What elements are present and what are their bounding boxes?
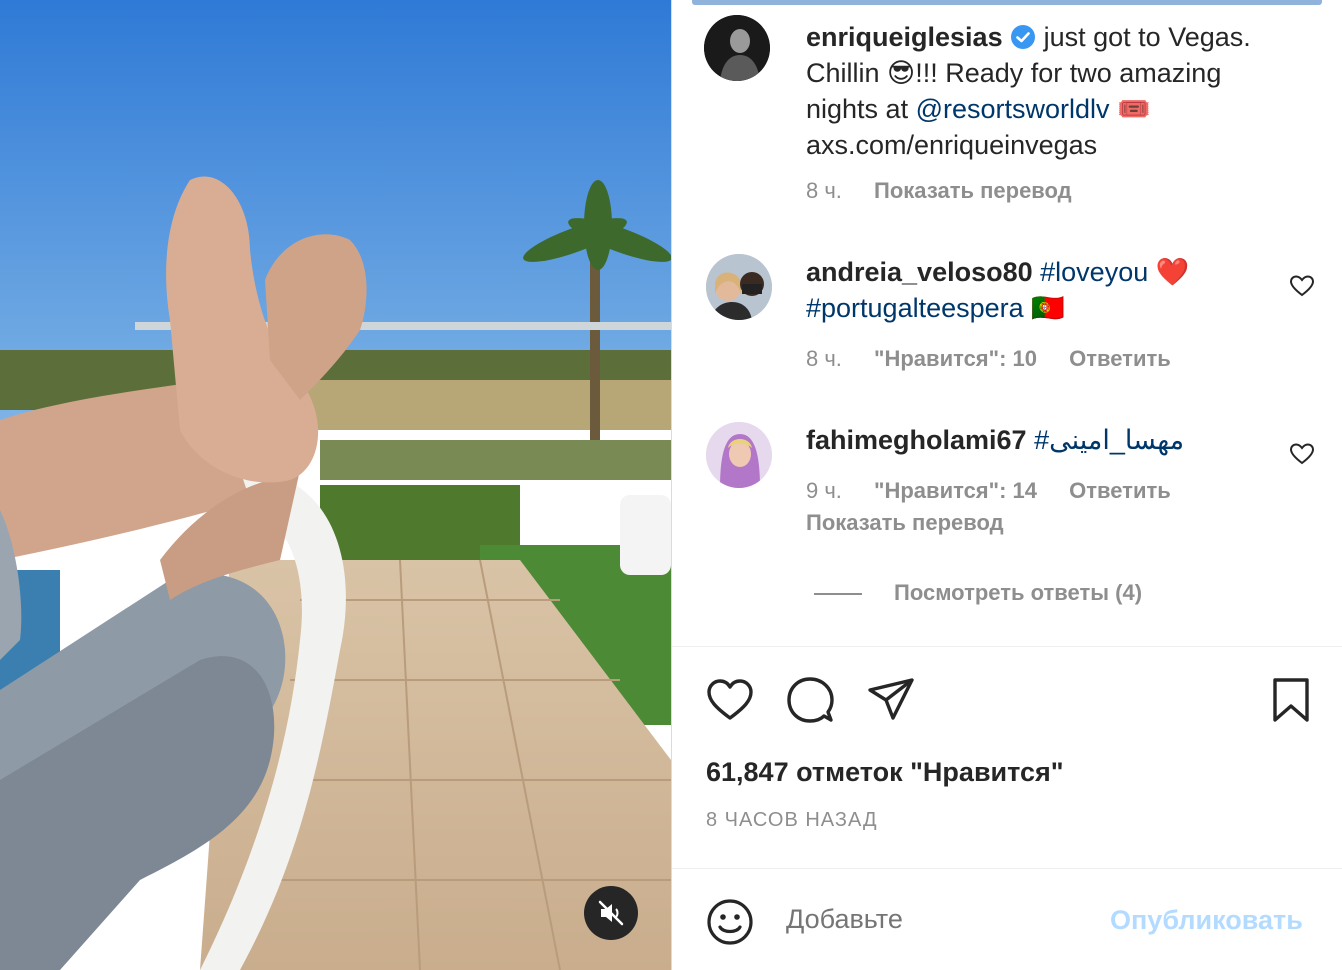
mute-button[interactable]: [584, 886, 638, 940]
comment-body: fahimegholami67 #مهسا_امینی: [806, 422, 1246, 458]
emoji-smiley-icon[interactable]: [706, 898, 754, 946]
hashtag-link[interactable]: #مهسا_امینی: [1034, 425, 1184, 455]
post-photo: [0, 0, 671, 970]
caption-link: axs.com/enriqueinvegas: [806, 130, 1098, 160]
replies-line: [814, 593, 862, 595]
comment-translate-button[interactable]: Показать перевод: [806, 510, 1004, 536]
author-avatar[interactable]: [704, 15, 770, 81]
ticket-emoji: 🎟️: [1117, 94, 1151, 124]
avatar-image: [706, 422, 772, 488]
caption-line3a: nights at: [806, 94, 909, 124]
share-paper-plane-icon[interactable]: [867, 676, 915, 724]
reply-button[interactable]: Ответить: [1069, 346, 1171, 371]
publish-button[interactable]: Опубликовать: [1110, 905, 1303, 936]
reply-button[interactable]: Ответить: [1069, 478, 1171, 503]
caption-translate-button[interactable]: Показать перевод: [874, 178, 1072, 203]
comment-time[interactable]: 8 ч.: [806, 346, 842, 371]
post-timestamp: 8 ЧАСОВ НАЗАД: [706, 809, 878, 831]
likes-count[interactable]: 61,847 отметок "Нравится": [706, 757, 1064, 788]
comment-meta: 9 ч. "Нравится": 14 Ответить: [806, 478, 1197, 504]
author-username[interactable]: enriqueiglesias: [806, 22, 1003, 52]
header-bar: [692, 0, 1322, 5]
comment-bubble-icon[interactable]: [786, 676, 834, 724]
like-comment-heart-icon[interactable]: [1289, 442, 1315, 466]
hashtag-link[interactable]: #loveyou: [1040, 257, 1148, 287]
add-comment-input[interactable]: [784, 903, 1088, 936]
sunglasses-emoji: 😎: [887, 58, 916, 88]
avatar-image: [706, 254, 772, 320]
caption-line2a: Chillin: [806, 58, 880, 88]
comment-avatar[interactable]: [706, 422, 772, 488]
hashtag-link[interactable]: #portugalteespera: [806, 293, 1024, 323]
flag-emoji: 🇵🇹: [1031, 293, 1065, 323]
post-details-panel: enriqueiglesias just got to Vegas. Chill…: [671, 0, 1342, 970]
comment-username[interactable]: andreia_veloso80: [806, 257, 1033, 287]
comment-username[interactable]: fahimegholami67: [806, 425, 1027, 455]
divider: [672, 646, 1342, 647]
post-media[interactable]: [0, 0, 671, 970]
comment-likes[interactable]: "Нравится": 14: [874, 478, 1037, 503]
comment-meta: 8 ч. "Нравится": 10 Ответить: [806, 346, 1197, 372]
caption-meta: 8 ч. Показать перевод: [806, 178, 1098, 204]
heart-emoji: ❤️: [1155, 257, 1190, 287]
post-caption: enriqueiglesias just got to Vegas. Chill…: [806, 19, 1306, 163]
comment-avatar[interactable]: [706, 254, 772, 320]
comment-likes[interactable]: "Нравится": 10: [874, 346, 1037, 371]
save-bookmark-icon[interactable]: [1271, 677, 1311, 723]
verified-badge-icon: [1011, 25, 1036, 49]
muted-speaker-icon: [598, 900, 624, 926]
caption-line2b: !!! Ready for two amazing: [915, 58, 1222, 88]
avatar-image: [704, 15, 770, 81]
view-replies-button[interactable]: Посмотреть ответы (4): [894, 580, 1142, 606]
divider: [672, 868, 1342, 869]
comment-time[interactable]: 9 ч.: [806, 478, 842, 503]
like-heart-icon[interactable]: [706, 678, 754, 722]
mention-link[interactable]: @resortsworldlv: [916, 94, 1110, 124]
caption-line1: just got to Vegas.: [1043, 22, 1251, 52]
comment-body: andreia_veloso80 #loveyou ❤️ #portugalte…: [806, 254, 1246, 326]
caption-time[interactable]: 8 ч.: [806, 178, 842, 203]
like-comment-heart-icon[interactable]: [1289, 274, 1315, 298]
